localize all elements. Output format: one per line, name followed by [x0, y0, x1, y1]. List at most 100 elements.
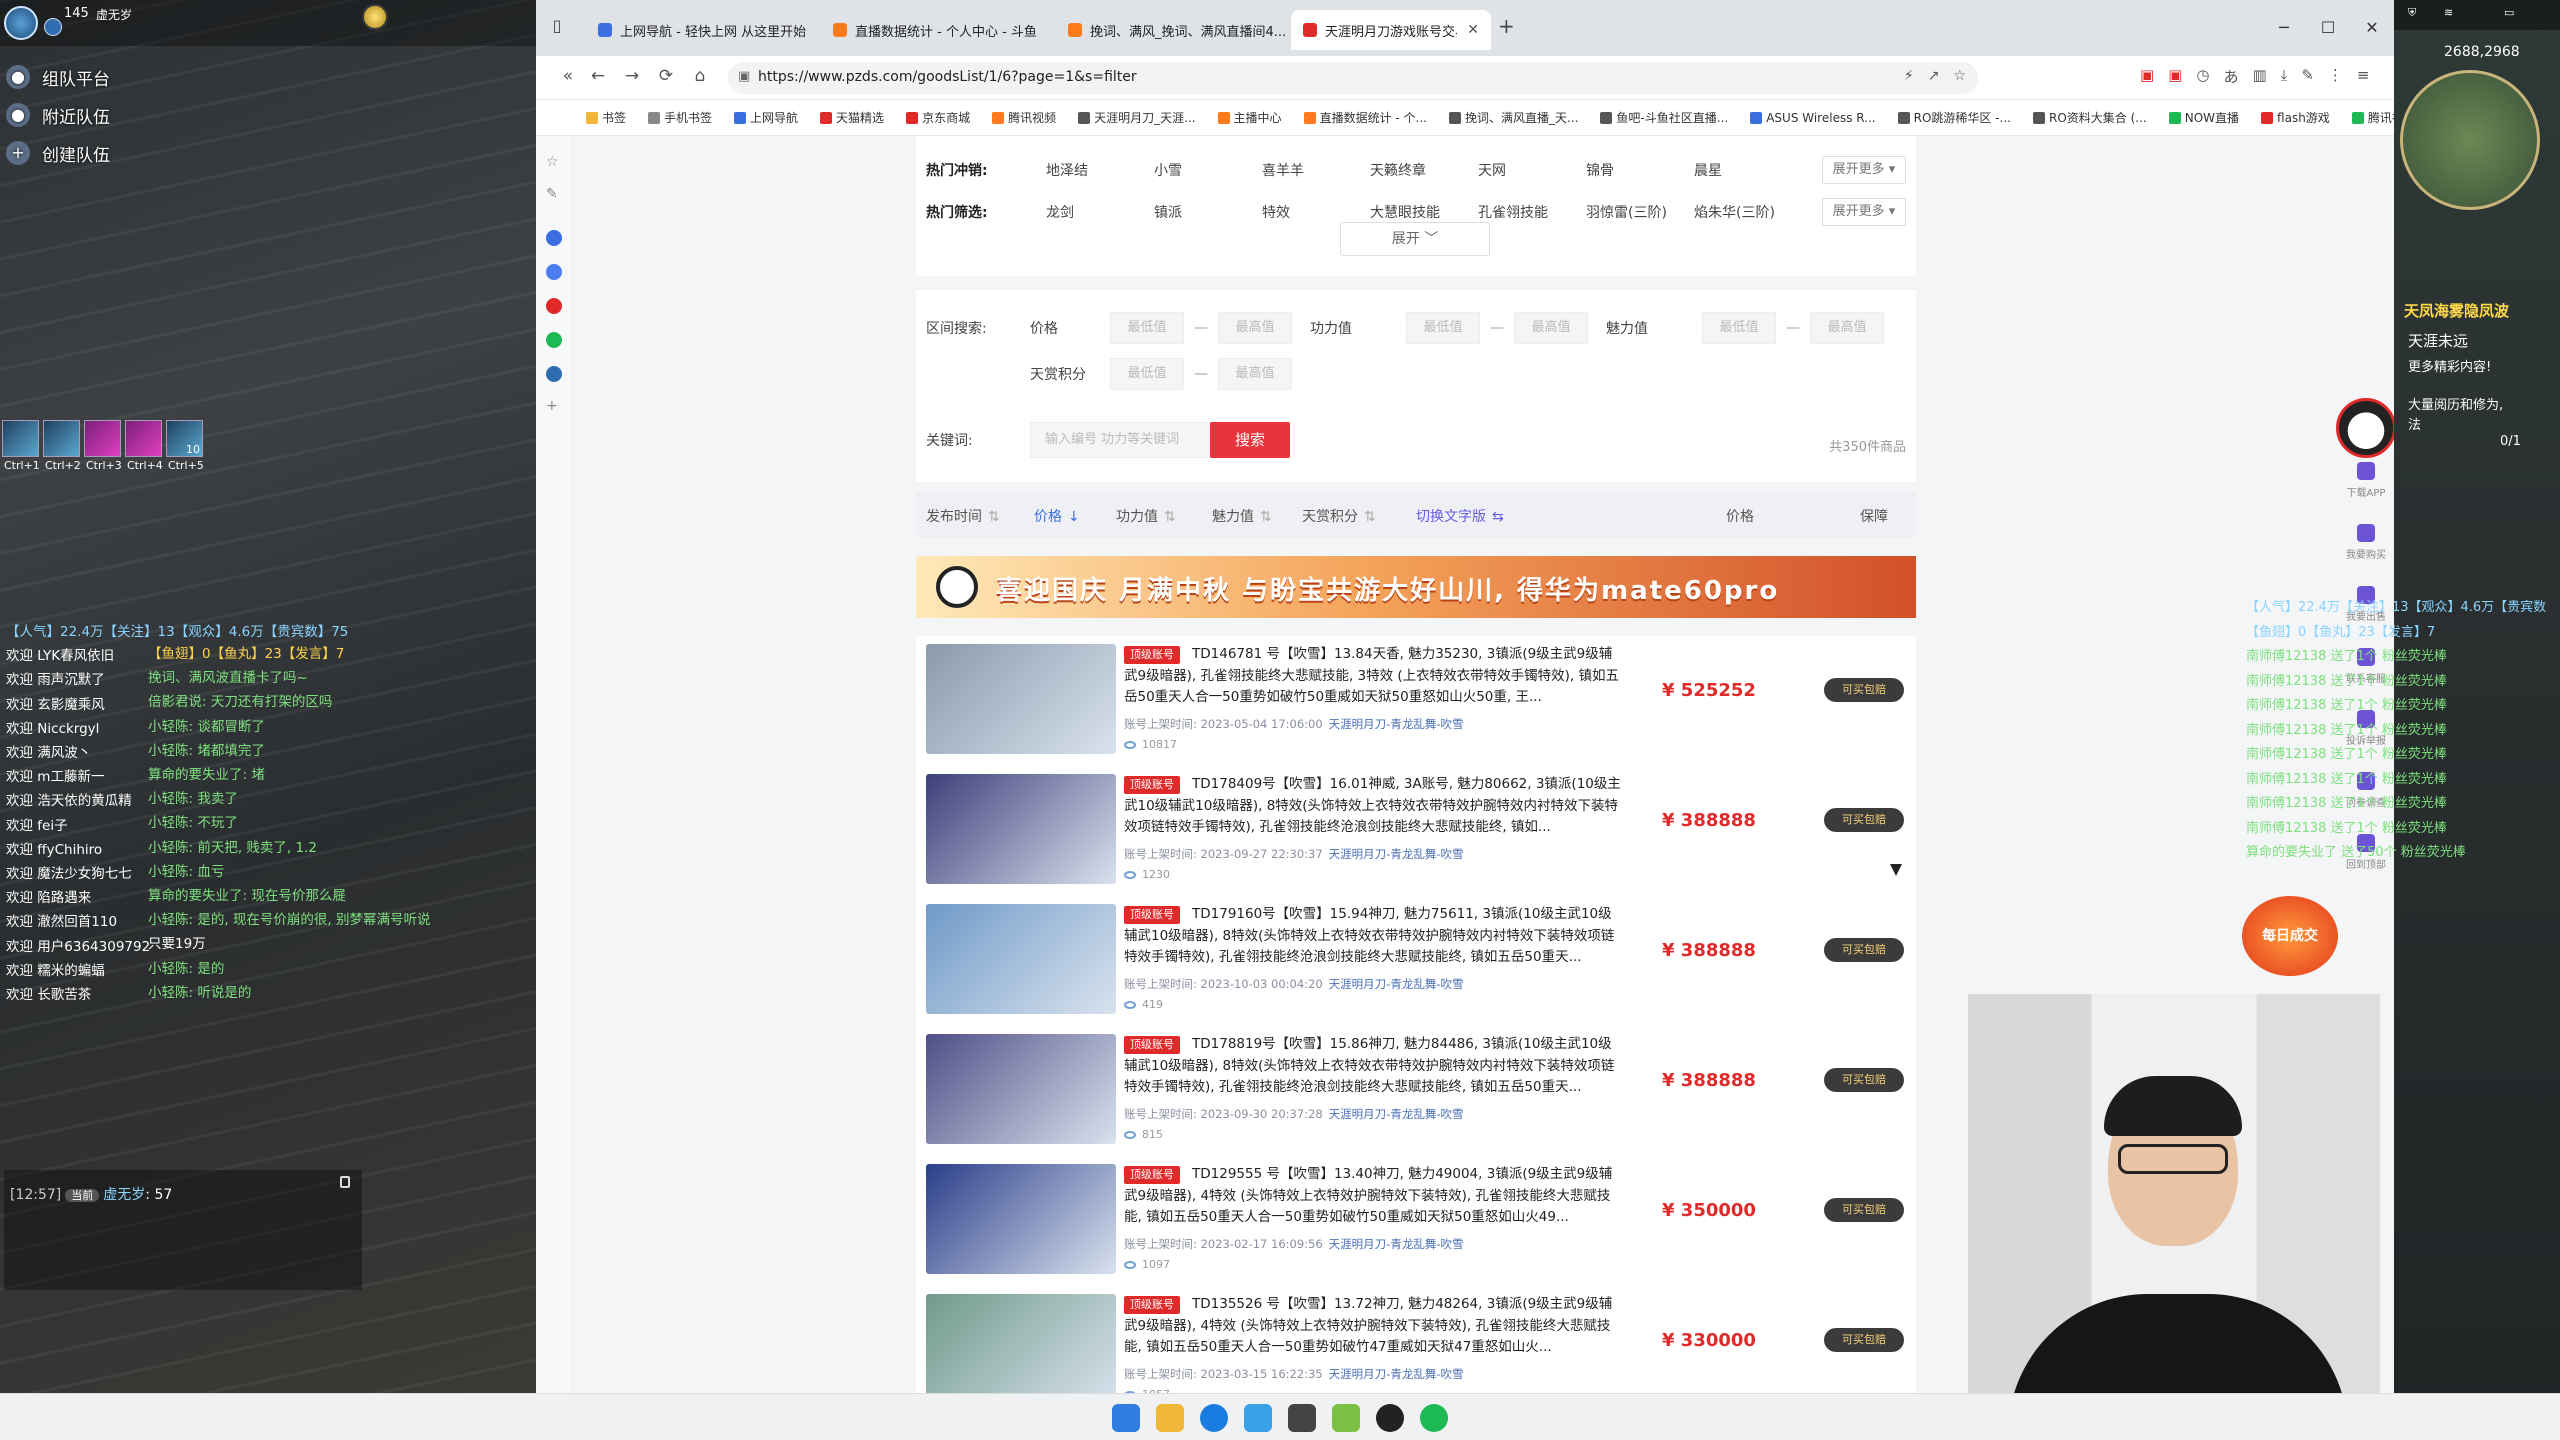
- close-icon[interactable]: ✕: [1467, 22, 1479, 38]
- sidebar-toggle-icon[interactable]: ▯: [546, 16, 568, 38]
- sort-points[interactable]: 天赏积分 ⇅: [1302, 506, 1376, 526]
- listing-thumbnail[interactable]: [926, 1164, 1116, 1274]
- hot-tag[interactable]: 天籁终章: [1370, 160, 1478, 180]
- bookmark-item[interactable]: 天涯明月刀_天涯...: [1078, 109, 1196, 126]
- hot-filter[interactable]: 孔雀翎技能: [1478, 202, 1586, 222]
- app-icon[interactable]: [546, 264, 562, 280]
- forward-button[interactable]: →: [620, 66, 644, 86]
- wifi-icon[interactable]: ≋: [2444, 6, 2453, 19]
- pen-icon[interactable]: ✎: [546, 186, 562, 202]
- hot-tag[interactable]: 小雪: [1154, 160, 1262, 180]
- app-icon[interactable]: [546, 332, 562, 348]
- skill-slot-5[interactable]: 10: [166, 420, 203, 457]
- menu-icon[interactable]: ≡: [2357, 66, 2370, 87]
- hot-filter[interactable]: 羽惊雷(三阶): [1586, 202, 1694, 222]
- chat-input-box[interactable]: [12:57] 当前 虚无岁: 57: [4, 1170, 362, 1290]
- bookmark-item[interactable]: 主播中心: [1217, 109, 1282, 126]
- app-icon[interactable]: [1332, 1404, 1360, 1432]
- sort-publish-time[interactable]: 发布时间 ⇅: [926, 506, 1000, 526]
- hot-filter[interactable]: 焰朱华(三阶): [1694, 202, 1802, 222]
- folder-icon[interactable]: [1156, 1404, 1184, 1432]
- hot-tag[interactable]: 晨星: [1694, 160, 1802, 180]
- address-bar[interactable]: ▣ https://www.pzds.com/goodsList/1/6?pag…: [728, 62, 1978, 94]
- battery-icon[interactable]: ▭: [2504, 6, 2514, 19]
- nearby-team-button[interactable]: ● 附近队伍: [6, 96, 110, 134]
- tab-4-active[interactable]: 天涯明月刀游戏账号交易平台... ✕: [1291, 10, 1491, 50]
- listing-row[interactable]: TD178819号【吹雪】15.86神刀, 魅力84486, 3镇派(10级主武…: [916, 1026, 1916, 1156]
- minimap[interactable]: [2400, 70, 2540, 210]
- charm-max-input[interactable]: 最高值: [1810, 312, 1884, 344]
- bookmark-item[interactable]: 腾讯视频: [992, 109, 1056, 126]
- listing-thumbnail[interactable]: [926, 904, 1116, 1014]
- extension-icon[interactable]: ▣: [2140, 66, 2154, 87]
- bookmark-item[interactable]: 腾讯视频: [2351, 109, 2394, 126]
- listing-row[interactable]: TD135526 号【吹雪】13.72神刀, 魅力48264, 3镇派(9级主武…: [916, 1286, 1916, 1393]
- lightning-icon[interactable]: ⚡: [1904, 68, 1914, 84]
- share-icon[interactable]: ↗: [1928, 68, 1940, 84]
- skill-slot-4[interactable]: [125, 420, 162, 457]
- hot-filter[interactable]: 镇派: [1154, 202, 1262, 222]
- bookmark-item[interactable]: 挽词、满风直播_天...: [1448, 109, 1578, 126]
- listing-thumbnail[interactable]: [926, 774, 1116, 884]
- download-icon[interactable]: ⤓: [2281, 66, 2288, 87]
- team-platform-button[interactable]: ● 组队平台: [6, 58, 110, 96]
- bookmark-item[interactable]: 鱼吧-斗鱼社区直播...: [1600, 109, 1728, 126]
- power-max-input[interactable]: 最高值: [1514, 312, 1588, 344]
- tab-2[interactable]: 直播数据统计 - 个人中心 - 斗鱼: [821, 10, 1051, 50]
- daily-deal-badge[interactable]: 每日成交: [2242, 896, 2338, 976]
- app-icon[interactable]: [1244, 1404, 1272, 1432]
- sort-price[interactable]: 价格 ↓: [1034, 506, 1080, 526]
- sort-power[interactable]: 功力值 ⇅: [1116, 506, 1176, 526]
- float-side-item[interactable]: 我要购买: [2338, 524, 2394, 561]
- pen-icon[interactable]: ✎: [2301, 66, 2314, 87]
- bookmark-item[interactable]: NOW直播: [2168, 109, 2239, 126]
- bookmark-item[interactable]: RO跳游稀华区 -...: [1897, 109, 2011, 126]
- hot-tag[interactable]: 喜羊羊: [1262, 160, 1370, 180]
- hot-filter[interactable]: 特效: [1262, 202, 1370, 222]
- more-icon[interactable]: ⋮: [2328, 66, 2343, 87]
- promo-banner[interactable]: 喜迎国庆 月满中秋 与盼宝共游大好山川, 得华为mate60pro: [916, 556, 1916, 618]
- charm-min-input[interactable]: 最低值: [1702, 312, 1776, 344]
- app-icon[interactable]: [546, 298, 562, 314]
- bookmark-item[interactable]: 天猫精选: [820, 109, 884, 126]
- listing-row[interactable]: TD179160号【吹雪】15.94神刀, 魅力75611, 3镇派(10级主武…: [916, 896, 1916, 1026]
- tab-3[interactable]: 挽词、满风_挽词、满风直播间4...: [1056, 10, 1286, 50]
- hot-filter[interactable]: 龙剑: [1046, 202, 1154, 222]
- price-min-input[interactable]: 最低值: [1110, 312, 1184, 344]
- expand-all-button[interactable]: 展开 ﹀: [1340, 222, 1490, 256]
- guarantee-button[interactable]: 可买包赔: [1824, 1328, 1904, 1352]
- new-tab-button[interactable]: +: [1498, 14, 1515, 38]
- listing-thumbnail[interactable]: [926, 1034, 1116, 1144]
- bookmark-item[interactable]: RO资料大集合 (...: [2033, 109, 2147, 126]
- plus-icon[interactable]: +: [546, 398, 562, 414]
- history-icon[interactable]: ◷: [2196, 66, 2209, 87]
- listing-thumbnail[interactable]: [926, 644, 1116, 754]
- listing-row[interactable]: TD146781 号【吹雪】13.84天香, 魅力35230, 3镇派(9级主武…: [916, 636, 1916, 766]
- keyword-input[interactable]: 输入编号 功力等关键词: [1030, 422, 1210, 458]
- wechat-icon[interactable]: [1420, 1404, 1448, 1432]
- listing-thumbnail[interactable]: [926, 1294, 1116, 1393]
- browser-icon[interactable]: [1200, 1404, 1228, 1432]
- bookmark-item[interactable]: flash游戏: [2261, 109, 2330, 126]
- extension-icon[interactable]: ▣: [2168, 66, 2182, 87]
- hot-tag[interactable]: 锦骨: [1586, 160, 1694, 180]
- guarantee-button[interactable]: 可买包赔: [1824, 938, 1904, 962]
- listing-row[interactable]: TD178409号【吹雪】16.01神威, 3A账号, 魅力80662, 3镇派…: [916, 766, 1916, 896]
- points-max-input[interactable]: 最高值: [1218, 358, 1292, 390]
- hot-tag[interactable]: 天网: [1478, 160, 1586, 180]
- bookmark-item[interactable]: 书签: [586, 109, 626, 126]
- maximize-button[interactable]: ☐: [2306, 0, 2350, 56]
- power-min-input[interactable]: 最低值: [1406, 312, 1480, 344]
- skill-slot-1[interactable]: [2, 420, 39, 457]
- search-button[interactable]: 搜索: [1210, 422, 1290, 458]
- expand-more-button[interactable]: 展开更多 ▾: [1822, 156, 1906, 184]
- tab-1[interactable]: 上网导航 - 轻快上网 从这里开始: [586, 10, 816, 50]
- coin-orb-icon[interactable]: [362, 4, 388, 30]
- skill-slot-2[interactable]: [43, 420, 80, 457]
- lock-icon[interactable]: [340, 1176, 350, 1188]
- hot-filter[interactable]: 大慧眼技能: [1370, 202, 1478, 222]
- expand-more-button-2[interactable]: 展开更多 ▾: [1822, 198, 1906, 226]
- back-button[interactable]: ←: [586, 66, 610, 86]
- app-icon[interactable]: [1376, 1404, 1404, 1432]
- guarantee-button[interactable]: 可买包赔: [1824, 1198, 1904, 1222]
